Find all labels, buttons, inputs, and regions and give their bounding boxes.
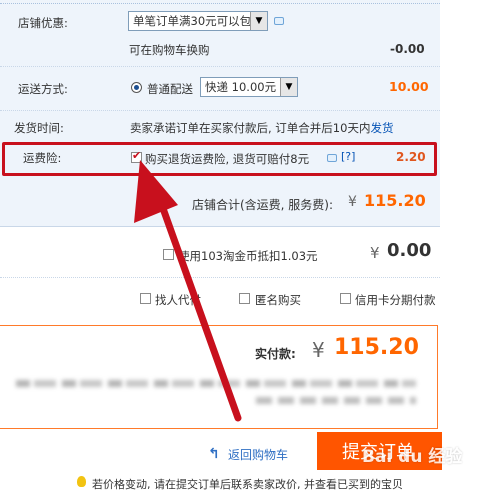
baidu-watermark: Bai du 经验	[362, 447, 463, 467]
annotation-arrowhead	[134, 160, 178, 223]
annotation-arrow	[134, 160, 242, 422]
back-arrow-icon[interactable]: ↰	[208, 446, 220, 462]
annotation-arrow-shaft	[156, 196, 242, 422]
bulb-icon	[77, 476, 86, 487]
back-to-cart-link[interactable]: 返回购物车	[228, 446, 288, 463]
